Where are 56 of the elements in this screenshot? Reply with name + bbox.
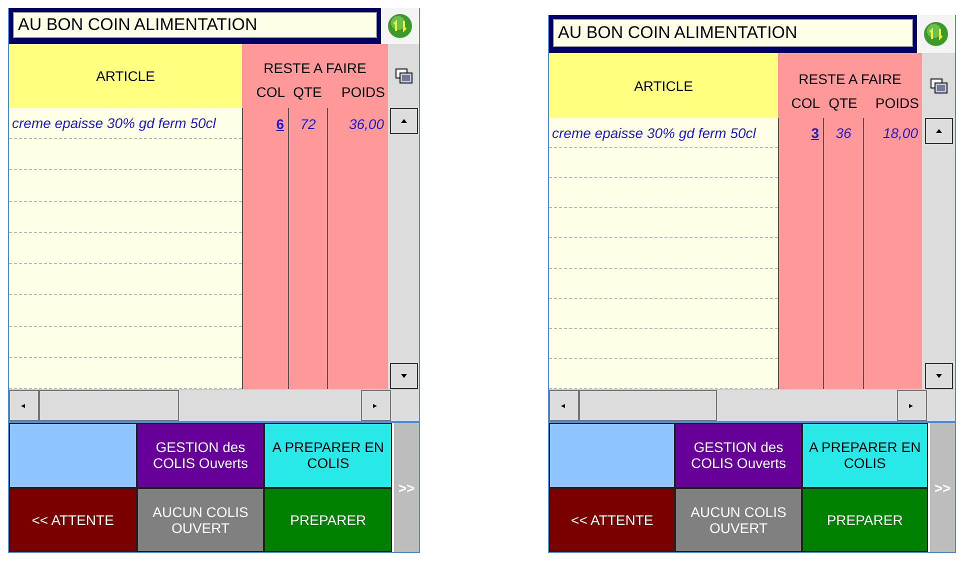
customer-name-field[interactable]: AU BON COIN ALIMENTATION	[13, 12, 377, 38]
right-arrow-icon	[909, 404, 915, 408]
table-cell: 18,00	[863, 118, 922, 148]
windows-icon[interactable]	[394, 68, 412, 84]
column-group-header: RESTE A FAIRE	[778, 53, 922, 87]
table-cell[interactable]: 6	[242, 108, 288, 140]
horizontal-scrollbar[interactable]	[549, 389, 955, 421]
blank-button[interactable]	[9, 423, 137, 488]
up-arrow-icon	[400, 119, 406, 123]
column-header: POIDS	[327, 76, 388, 108]
left-arrow-icon	[21, 404, 27, 408]
refresh-icon[interactable]	[923, 21, 949, 47]
up-arrow-icon	[936, 129, 942, 133]
column-header: COL	[242, 76, 288, 108]
scrollbar-thumb[interactable]	[39, 390, 179, 421]
scroll-down-button[interactable]	[924, 362, 952, 389]
scroll-down-button[interactable]	[390, 362, 418, 389]
action-button[interactable]: << ATTENTE	[549, 488, 676, 552]
left-arrow-icon	[561, 404, 567, 408]
column-header: ARTICLE	[9, 44, 242, 108]
scroll-left-button[interactable]	[549, 390, 579, 421]
action-button[interactable]: GESTION des COLIS Ouverts	[136, 423, 264, 488]
column-header: ARTICLE	[549, 53, 778, 118]
customer-name-field[interactable]: AU BON COIN ALIMENTATION	[553, 19, 913, 47]
right-arrow-icon	[373, 404, 379, 408]
scrollbar-thumb[interactable]	[579, 390, 717, 421]
scroll-left-button[interactable]	[9, 390, 39, 421]
horizontal-scrollbar[interactable]	[9, 389, 419, 421]
column-header: COL	[778, 87, 823, 118]
action-button[interactable]: A PREPARER EN COLIS	[802, 423, 928, 488]
action-button[interactable]: PREPARER	[264, 488, 392, 552]
column-header: POIDS	[863, 87, 922, 118]
column-group-header: RESTE A FAIRE	[242, 44, 388, 76]
action-button[interactable]: A PREPARER EN COLIS	[264, 423, 392, 488]
table-cell[interactable]: 3	[778, 118, 823, 148]
table-cell: creme epaisse 30% gd ferm 50cl	[9, 108, 242, 140]
down-arrow-icon	[400, 374, 406, 378]
scroll-up-button[interactable]	[390, 108, 418, 134]
action-button[interactable]: PREPARER	[802, 488, 928, 552]
windows-icon[interactable]	[930, 78, 948, 94]
table-cell: 72	[288, 108, 327, 140]
scroll-up-button[interactable]	[924, 118, 952, 144]
refresh-icon[interactable]	[387, 13, 413, 39]
action-button[interactable]: AUCUN COLIS OUVERT	[136, 488, 264, 552]
vertical-scrollbar[interactable]	[922, 118, 955, 389]
down-arrow-icon	[936, 374, 942, 378]
action-button[interactable]: << ATTENTE	[9, 488, 137, 552]
column-header: QTE	[288, 76, 327, 108]
action-button[interactable]: AUCUN COLIS OUVERT	[675, 488, 802, 552]
table-cell: 36,00	[327, 108, 388, 140]
table-cell: 36	[823, 118, 863, 148]
action-button[interactable]: GESTION des COLIS Ouverts	[675, 423, 802, 488]
blank-button[interactable]	[549, 423, 676, 488]
column-header: QTE	[823, 87, 863, 118]
table-cell: creme epaisse 30% gd ferm 50cl	[549, 118, 778, 148]
vertical-scrollbar[interactable]	[388, 108, 419, 389]
